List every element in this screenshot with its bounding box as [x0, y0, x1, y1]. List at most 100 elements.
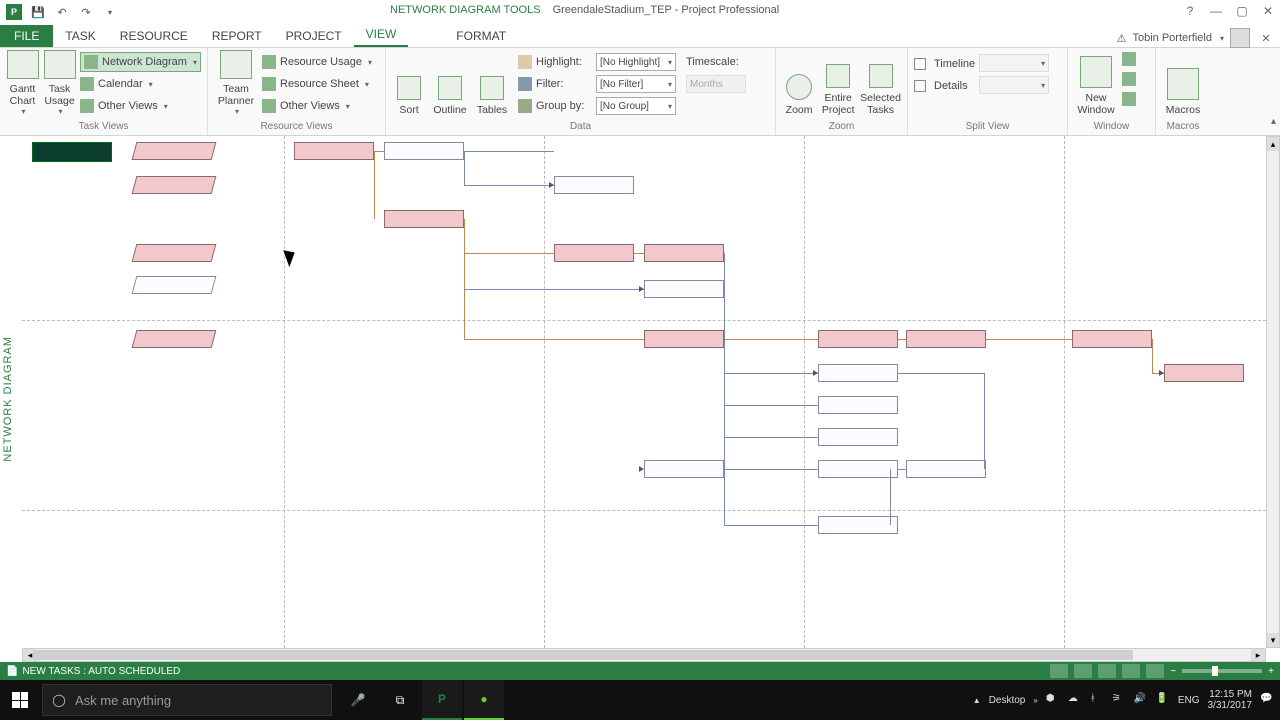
- tray-bluetooth-icon[interactable]: ᚼ: [1090, 693, 1104, 707]
- task-node[interactable]: [818, 516, 898, 534]
- mic-icon[interactable]: 🎤: [338, 680, 378, 720]
- tab-file[interactable]: FILE: [0, 25, 53, 47]
- task-node[interactable]: [644, 460, 724, 478]
- details-checkbox[interactable]: Details: [914, 76, 975, 96]
- task-node[interactable]: [818, 330, 898, 348]
- gantt-chart-button[interactable]: Gantt Chart▾: [6, 50, 39, 118]
- other-resource-views-button[interactable]: Other Views▾: [262, 96, 372, 116]
- new-tasks-mode-icon[interactable]: 📄: [6, 666, 18, 677]
- zoom-in-icon[interactable]: +: [1268, 666, 1274, 677]
- view-shortcut-team-planner[interactable]: [1098, 664, 1116, 678]
- macros-button[interactable]: Macros: [1162, 50, 1204, 118]
- task-view-icon[interactable]: ⧉: [380, 680, 420, 720]
- sort-button[interactable]: Sort: [392, 50, 426, 118]
- task-node[interactable]: [1072, 330, 1152, 348]
- task-node[interactable]: [132, 330, 217, 348]
- help-icon[interactable]: ?: [1180, 2, 1200, 20]
- tab-format[interactable]: FORMAT: [444, 25, 518, 47]
- tray-clock[interactable]: 12:15 PM 3/31/2017: [1208, 689, 1253, 711]
- tables-button[interactable]: Tables: [474, 50, 510, 118]
- view-shortcut-task-usage[interactable]: [1074, 664, 1092, 678]
- task-node[interactable]: [294, 142, 374, 160]
- show-desktop-button[interactable]: ▲: [973, 696, 981, 705]
- tab-view[interactable]: VIEW: [354, 23, 409, 47]
- task-node[interactable]: [906, 460, 986, 478]
- task-node[interactable]: [818, 396, 898, 414]
- user-dropdown-icon[interactable]: ▾: [1220, 34, 1224, 43]
- network-diagram-button[interactable]: Network Diagram▾: [80, 52, 201, 72]
- team-planner-button[interactable]: Team Planner▾: [214, 50, 258, 118]
- task-node[interactable]: [818, 428, 898, 446]
- collapse-ribbon-icon[interactable]: ▴: [1271, 116, 1276, 127]
- task-node[interactable]: [132, 176, 217, 194]
- view-shortcut-report[interactable]: [1146, 664, 1164, 678]
- action-center-icon[interactable]: 💬: [1260, 693, 1274, 707]
- scroll-down-icon[interactable]: ▾: [1267, 633, 1279, 647]
- minimize-icon[interactable]: —: [1206, 2, 1226, 20]
- tray-power-icon[interactable]: 🔋: [1156, 693, 1170, 707]
- resource-usage-button[interactable]: Resource Usage▾: [262, 52, 372, 72]
- entire-project-button[interactable]: Entire Project: [820, 50, 856, 118]
- restore-icon[interactable]: ▢: [1232, 2, 1252, 20]
- task-node[interactable]: [32, 142, 112, 162]
- timeline-checkbox[interactable]: Timeline: [914, 54, 975, 74]
- task-node[interactable]: [132, 244, 217, 262]
- task-node[interactable]: [384, 142, 464, 160]
- tab-resource[interactable]: RESOURCE: [108, 25, 200, 47]
- resource-sheet-button[interactable]: Resource Sheet▾: [262, 74, 372, 94]
- save-icon[interactable]: 💾: [30, 4, 46, 20]
- task-node[interactable]: [644, 280, 724, 298]
- show-hidden-icons[interactable]: »: [1033, 696, 1037, 705]
- outline-button[interactable]: Outline: [430, 50, 470, 118]
- task-node[interactable]: [132, 276, 217, 294]
- scroll-right-icon[interactable]: ▸: [1251, 649, 1265, 661]
- tab-project[interactable]: PROJECT: [274, 25, 354, 47]
- calendar-button[interactable]: Calendar▾: [80, 74, 201, 94]
- task-node[interactable]: [384, 210, 464, 228]
- task-node[interactable]: [818, 460, 898, 478]
- qat-customize-icon[interactable]: ▾: [102, 4, 118, 20]
- arrange-all-icon[interactable]: [1122, 72, 1136, 86]
- tray-network-icon[interactable]: ⚞: [1112, 693, 1126, 707]
- tray-icon[interactable]: ⬢: [1046, 693, 1060, 707]
- tab-task[interactable]: TASK: [53, 25, 107, 47]
- view-shortcut-gantt[interactable]: [1050, 664, 1068, 678]
- zoom-button[interactable]: Zoom: [782, 50, 816, 118]
- taskbar-app-project[interactable]: P: [422, 680, 462, 720]
- scroll-up-icon[interactable]: ▴: [1267, 137, 1279, 151]
- tray-language[interactable]: ENG: [1178, 695, 1200, 706]
- task-node[interactable]: [818, 364, 898, 382]
- task-node[interactable]: [1164, 364, 1244, 382]
- selected-tasks-button[interactable]: Selected Tasks: [860, 50, 901, 118]
- tab-report[interactable]: REPORT: [200, 25, 274, 47]
- taskbar-app-camtasia[interactable]: ●: [464, 680, 504, 720]
- task-node[interactable]: [554, 244, 634, 262]
- switch-windows-icon[interactable]: [1122, 52, 1136, 66]
- task-node[interactable]: [644, 330, 724, 348]
- highlight-select[interactable]: [No Highlight]▾: [596, 53, 676, 71]
- filter-select[interactable]: [No Filter]▾: [596, 75, 676, 93]
- tray-onedrive-icon[interactable]: ☁: [1068, 693, 1082, 707]
- tray-volume-icon[interactable]: 🔊: [1134, 693, 1148, 707]
- user-name[interactable]: Tobin Porterfield: [1132, 32, 1212, 44]
- task-node[interactable]: [906, 330, 986, 348]
- other-task-views-button[interactable]: Other Views▾: [80, 96, 201, 116]
- task-node[interactable]: [554, 176, 634, 194]
- task-node[interactable]: [132, 142, 217, 160]
- view-shortcut-resource-sheet[interactable]: [1122, 664, 1140, 678]
- avatar[interactable]: [1230, 28, 1250, 48]
- tray-desktop-label[interactable]: Desktop: [989, 695, 1026, 706]
- undo-icon[interactable]: ↶: [54, 4, 70, 20]
- new-window-button[interactable]: New Window: [1074, 50, 1118, 118]
- zoom-out-icon[interactable]: −: [1170, 666, 1176, 677]
- ribbon-close-icon[interactable]: ✕: [1256, 29, 1276, 47]
- horizontal-scrollbar[interactable]: ◂ ▸: [22, 648, 1266, 662]
- task-usage-button[interactable]: Task Usage▾: [43, 50, 76, 118]
- task-node[interactable]: [644, 244, 724, 262]
- cortana-search[interactable]: ◯ Ask me anything: [42, 684, 332, 716]
- vertical-scrollbar[interactable]: ▴ ▾: [1266, 136, 1280, 648]
- close-icon[interactable]: ✕: [1258, 2, 1278, 20]
- zoom-slider[interactable]: [1182, 669, 1262, 673]
- start-button[interactable]: [0, 680, 40, 720]
- network-diagram-canvas[interactable]: [22, 136, 1266, 648]
